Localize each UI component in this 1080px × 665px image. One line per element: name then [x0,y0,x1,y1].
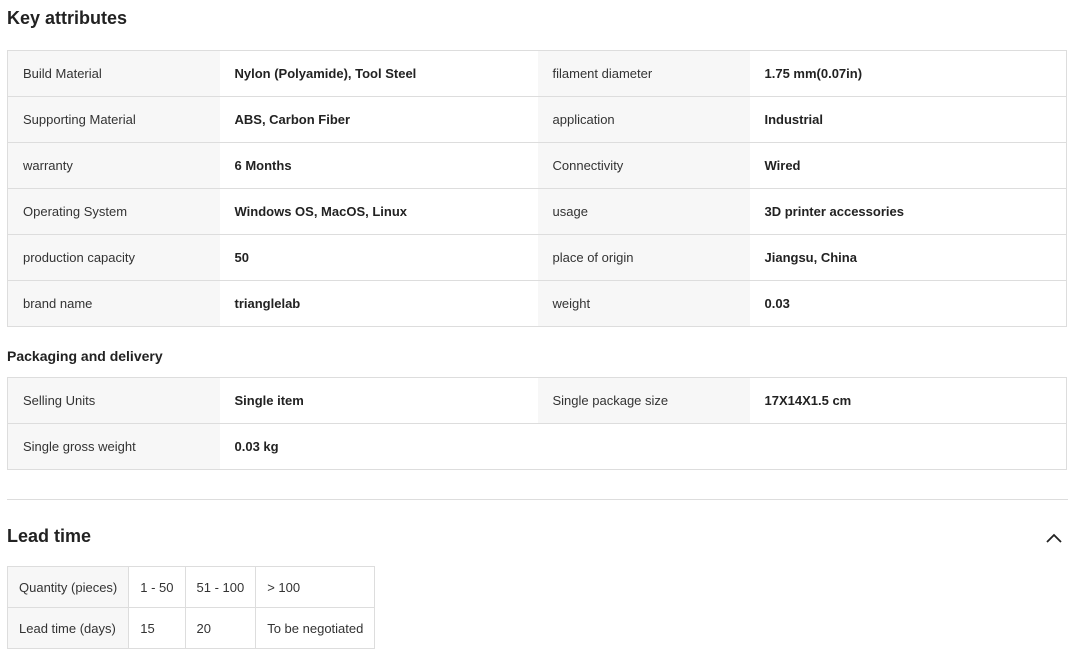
packaging-table: Selling Units Single item Single package… [7,377,1067,470]
key-attributes-title: Key attributes [7,8,128,28]
attribute-key: weight [537,280,750,327]
attribute-key: filament diameter [537,50,750,97]
attribute-value: Windows OS, MacOS, Linux [219,188,538,235]
table-row: production capacity 50 place of origin J… [7,234,1067,281]
attribute-value: 17X14X1.5 cm [749,377,1067,424]
attribute-key: Operating System [7,188,220,235]
attribute-value: 0.03 kg [219,423,538,470]
attribute-value: Nylon (Polyamide), Tool Steel [219,50,538,97]
lead-time-title: Lead time [7,526,92,546]
lead-time-table: Quantity (pieces) 1 - 50 51 - 100 > 100 … [6,566,376,649]
lead-time-value-cell: 20 [184,607,257,649]
key-attributes-table: Build Material Nylon (Polyamide), Tool S… [7,50,1067,327]
attribute-value: Single item [219,377,538,424]
lead-time-header-cell: > 100 [255,566,376,608]
attribute-key: Connectivity [537,142,750,189]
empty-cell [749,423,1067,470]
lead-time-value-cell: Lead time (days) [6,607,130,649]
attribute-key: Selling Units [7,377,220,424]
attribute-key: Supporting Material [7,96,220,143]
empty-cell [537,423,750,470]
table-row: Operating System Windows OS, MacOS, Linu… [7,188,1067,235]
attribute-key: Build Material [7,50,220,97]
packaging-title: Packaging and delivery [7,348,163,364]
attribute-value: 0.03 [749,280,1067,327]
attribute-value: Wired [749,142,1067,189]
table-row: warranty 6 Months Connectivity Wired [7,142,1067,189]
attribute-value: Jiangsu, China [749,234,1067,281]
table-row: Supporting Material ABS, Carbon Fiber ap… [7,96,1067,143]
table-row: Build Material Nylon (Polyamide), Tool S… [7,50,1067,97]
lead-time-value-cell: 15 [128,607,186,649]
attribute-value: Industrial [749,96,1067,143]
table-row: brand name trianglelab weight 0.03 [7,280,1067,327]
attribute-key: brand name [7,280,220,327]
section-divider [7,499,1068,500]
attribute-key: warranty [7,142,220,189]
attribute-key: place of origin [537,234,750,281]
attribute-value: ABS, Carbon Fiber [219,96,538,143]
attribute-key: production capacity [7,234,220,281]
table-row: Quantity (pieces) 1 - 50 51 - 100 > 100 [6,566,376,608]
attribute-value: 50 [219,234,538,281]
lead-time-header-cell: 1 - 50 [128,566,186,608]
attribute-key: Single gross weight [7,423,220,470]
lead-time-header-cell: Quantity (pieces) [6,566,130,608]
attribute-value: 3D printer accessories [749,188,1067,235]
lead-time-header-cell: 51 - 100 [184,566,257,608]
attribute-key: Single package size [537,377,750,424]
attribute-key: usage [537,188,750,235]
chevron-up-icon [1046,533,1062,543]
attribute-key: application [537,96,750,143]
table-row: Single gross weight 0.03 kg [7,423,1067,470]
attribute-value: 1.75 mm(0.07in) [749,50,1067,97]
attribute-value: 6 Months [219,142,538,189]
attribute-value: trianglelab [219,280,538,327]
lead-time-value-cell: To be negotiated [255,607,376,649]
collapse-lead-time-button[interactable] [1043,527,1065,549]
table-row: Lead time (days) 15 20 To be negotiated [6,607,376,649]
table-row: Selling Units Single item Single package… [7,377,1067,424]
